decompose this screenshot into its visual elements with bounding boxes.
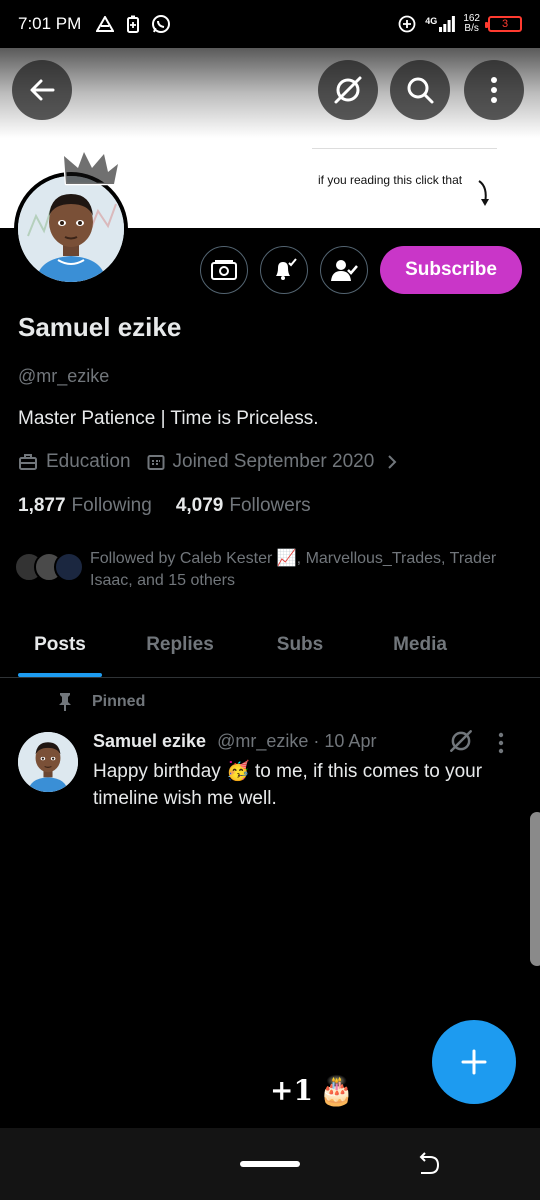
post-header: Samuel ezike @mr_ezike · 10 Apr (93, 731, 377, 751)
post-date[interactable]: 10 Apr (324, 731, 376, 751)
search-icon (407, 77, 434, 104)
system-back-icon[interactable] (418, 1152, 440, 1176)
avatar (54, 552, 84, 582)
tab-media[interactable]: Media (360, 618, 480, 677)
compose-post-button[interactable] (432, 1020, 516, 1104)
profile-tabs: Posts Replies Subs Media (0, 618, 540, 678)
bell-check-icon (276, 258, 297, 280)
more-options-button[interactable] (464, 60, 524, 120)
post-text[interactable]: Happy birthday 🥳 to me, if this comes to… (93, 758, 513, 812)
status-time: 7:01 PM (18, 14, 82, 33)
crown-icon (62, 150, 120, 186)
following-link[interactable]: 1,877 Following (18, 495, 152, 517)
post-author-handle[interactable]: @mr_ezike (217, 731, 308, 751)
grok-icon (450, 730, 472, 752)
status-bar: 7:01 PM 4G 162 B/s 3 (0, 0, 540, 48)
network-type: 4G (425, 16, 438, 26)
notifications-button[interactable] (260, 246, 308, 294)
briefcase-icon (19, 454, 37, 470)
banner-note: if you reading this click that (312, 148, 497, 208)
avatar-image (18, 176, 124, 282)
banner-note-text: if you reading this click that (318, 173, 463, 187)
chevron-right-icon (388, 455, 397, 469)
profile-name: Samuel ezike (18, 312, 182, 342)
following-button[interactable] (320, 246, 368, 294)
grok-icon (334, 76, 362, 104)
post-author-avatar[interactable] (18, 732, 78, 792)
birthday-badge: +1 🎂 (270, 1074, 354, 1107)
battery-indicator: 3 (485, 16, 522, 32)
profile-stats: 1,877 Following 4,079 Followers (18, 495, 335, 517)
arrow-icon (478, 180, 489, 206)
drive-icon (95, 14, 115, 34)
profile-avatar[interactable] (14, 172, 128, 286)
profile-meta: Education Joined September 2020 (18, 451, 414, 473)
more-vertical-icon (498, 732, 504, 754)
calendar-icon (147, 455, 165, 470)
system-nav-bar (0, 1128, 540, 1200)
signal-icon: 4G (425, 16, 456, 32)
arrow-left-icon (30, 79, 55, 101)
scroll-handle[interactable] (530, 812, 540, 966)
pin-icon (59, 693, 71, 711)
plus-icon (461, 1049, 487, 1075)
followers-link[interactable]: 4,079 Followers (176, 495, 311, 517)
battery-saver-icon (123, 14, 143, 34)
back-button[interactable] (12, 60, 72, 120)
post-more-button[interactable] (498, 732, 504, 759)
profile-category[interactable]: Education (18, 451, 131, 473)
tab-replies[interactable]: Replies (120, 618, 240, 677)
profile-handle: @mr_ezike (18, 366, 110, 386)
tab-subs[interactable]: Subs (240, 618, 360, 677)
pinned-indicator: Pinned (56, 692, 145, 712)
post-author-name[interactable]: Samuel ezike (93, 731, 206, 751)
profile-joined[interactable]: Joined September 2020 (147, 451, 399, 473)
home-gesture-bar[interactable] (240, 1161, 300, 1167)
data-saver-icon (397, 14, 417, 34)
subscribe-button[interactable]: Subscribe (380, 246, 522, 294)
more-vertical-icon (491, 77, 497, 103)
followed-by-text: Followed by Caleb Kester 📈, Marvellous_T… (90, 550, 497, 589)
search-button[interactable] (390, 60, 450, 120)
tip-button[interactable] (200, 246, 248, 294)
money-icon (211, 260, 237, 280)
tab-posts[interactable]: Posts (0, 618, 120, 677)
followed-by[interactable]: Followed by Caleb Kester 📈, Marvellous_T… (14, 548, 524, 592)
post-grok-button[interactable] (448, 728, 474, 759)
network-speed: 162 B/s (463, 13, 480, 34)
cake-icon: 🎂 (318, 1075, 354, 1106)
followed-by-avatars (14, 548, 90, 588)
person-check-icon (331, 260, 358, 281)
profile-bio: Master Patience | Time is Priceless. (18, 408, 319, 429)
grok-button[interactable] (318, 60, 378, 120)
whatsapp-icon (151, 14, 171, 34)
